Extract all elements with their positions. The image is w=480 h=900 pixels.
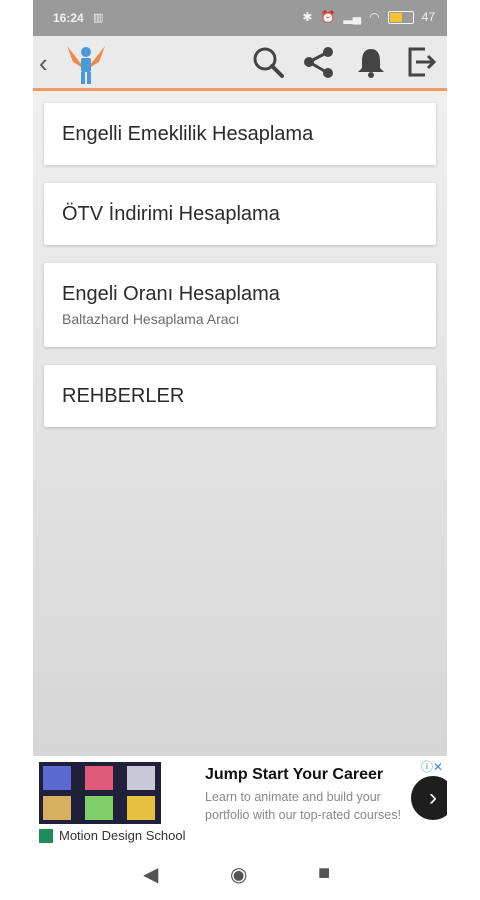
nav-home-icon[interactable]: ◉ xyxy=(230,862,247,887)
exit-icon[interactable] xyxy=(405,45,439,79)
menu-item-title: ÖTV İndirimi Hesaplama xyxy=(62,203,280,225)
system-nav-bar: ◀ ◉ ■ xyxy=(33,852,447,900)
adchoices-icon[interactable]: ⓘ✕ xyxy=(421,758,443,775)
menu-item-title: REHBERLER xyxy=(62,385,185,407)
sim-icon: ▥ xyxy=(93,12,104,24)
app-toolbar: ‹ xyxy=(33,36,447,91)
winged-figure-logo xyxy=(67,46,105,84)
menu-item-engelli-emeklilik[interactable]: Engelli Emeklilik Hesaplama xyxy=(44,103,436,165)
bell-icon[interactable] xyxy=(354,45,388,79)
search-icon[interactable] xyxy=(251,45,285,79)
nav-back-icon[interactable]: ◀ xyxy=(143,862,158,887)
menu-item-title: Engeli Oranı Hesaplama xyxy=(62,283,280,305)
wifi-icon: ◠ xyxy=(369,10,380,24)
menu-list: Engelli Emeklilik Hesaplama ÖTV İndirimi… xyxy=(33,91,447,756)
ad-headline: Jump Start Your Career xyxy=(205,766,384,783)
status-icons: ✱ ⏰ ▂▄ ◠ 47 xyxy=(302,10,435,24)
battery-icon xyxy=(387,10,414,24)
ad-open-button[interactable]: › xyxy=(411,776,447,820)
menu-item-rehberler[interactable]: REHBERLER xyxy=(44,365,436,427)
bluetooth-icon: ✱ xyxy=(302,10,313,24)
ad-banner[interactable]: Motion Design School Jump Start Your Car… xyxy=(33,756,447,852)
status-time: 16:24 xyxy=(53,11,84,25)
alarm-icon: ⏰ xyxy=(320,10,336,24)
phone-screen: 16:24 ▥ ✱ ⏰ ▂▄ ◠ 47 ‹ Engelli Emeklilik … xyxy=(33,0,447,900)
menu-item-otv-indirimi[interactable]: ÖTV İndirimi Hesaplama xyxy=(44,183,436,245)
chevron-left-icon[interactable]: ‹ xyxy=(39,48,48,79)
ad-image xyxy=(39,762,161,824)
nav-recents-icon[interactable]: ■ xyxy=(318,862,330,885)
advertiser-logo xyxy=(39,828,53,843)
signal-icon: ▂▄ xyxy=(343,10,362,24)
battery-level: 47 xyxy=(421,10,435,24)
ad-advertiser: Motion Design School xyxy=(39,828,185,843)
share-icon[interactable] xyxy=(302,45,336,79)
menu-item-subtitle: Baltazhard Hesaplama Aracı xyxy=(62,311,240,327)
menu-item-engel-orani[interactable]: Engeli Oranı Hesaplama Baltazhard Hesapl… xyxy=(44,263,436,347)
ad-body: Learn to animate and build your portfoli… xyxy=(205,790,401,822)
advertiser-name: Motion Design School xyxy=(59,828,186,843)
menu-item-title: Engelli Emeklilik Hesaplama xyxy=(62,123,314,145)
status-bar: 16:24 ▥ ✱ ⏰ ▂▄ ◠ 47 xyxy=(33,0,447,36)
